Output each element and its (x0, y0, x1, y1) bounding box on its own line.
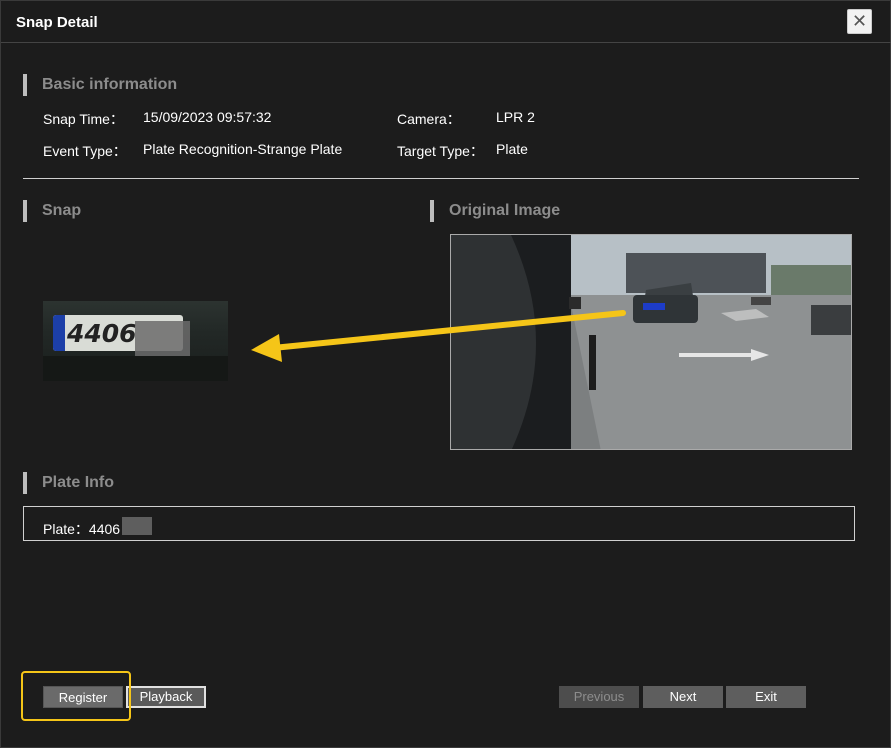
event-type-value: Plate Recognition-Strange Plate (143, 141, 343, 157)
close-icon: ✕ (851, 11, 868, 31)
snap-heading: Snap (23, 200, 81, 222)
plate-info-label: Plate：4406 (43, 521, 121, 537)
next-button[interactable]: Next (643, 686, 723, 708)
plate-info-heading: Plate Info (23, 472, 114, 494)
register-highlight-box (21, 671, 131, 721)
close-button[interactable]: ✕ (847, 9, 872, 34)
plate-info-redaction (122, 517, 152, 535)
previous-button[interactable]: Previous (559, 686, 639, 708)
camera-label: Camera： (397, 111, 461, 127)
snap-plate-image: 4406 (43, 301, 228, 381)
target-type-value: Plate (496, 141, 528, 157)
snap-time-label: Snap Time： (43, 111, 124, 127)
original-image (450, 234, 852, 450)
basic-information-heading: Basic information (23, 74, 177, 96)
plate-eu-band (53, 315, 65, 351)
camera-value: LPR 2 (496, 109, 535, 125)
section-divider (23, 178, 859, 179)
event-type-label: Event Type： (43, 143, 127, 159)
exit-button[interactable]: Exit (726, 686, 806, 708)
plate-info-box: Plate：4406 (23, 506, 855, 541)
target-type-label: Target Type： (397, 143, 484, 159)
plate-crop-text: 4406 (67, 319, 137, 348)
dialog-titlebar: Snap Detail ✕ (1, 1, 891, 43)
snap-detail-dialog: Snap Detail ✕ Basic information Snap Tim… (0, 0, 891, 748)
playback-button[interactable]: Playback (126, 686, 206, 708)
original-scene (451, 235, 851, 449)
dialog-title: Snap Detail (16, 14, 98, 31)
original-image-heading: Original Image (430, 200, 560, 222)
snap-time-value: 15/09/2023 09:57:32 (143, 109, 272, 125)
car-grille (43, 356, 228, 381)
